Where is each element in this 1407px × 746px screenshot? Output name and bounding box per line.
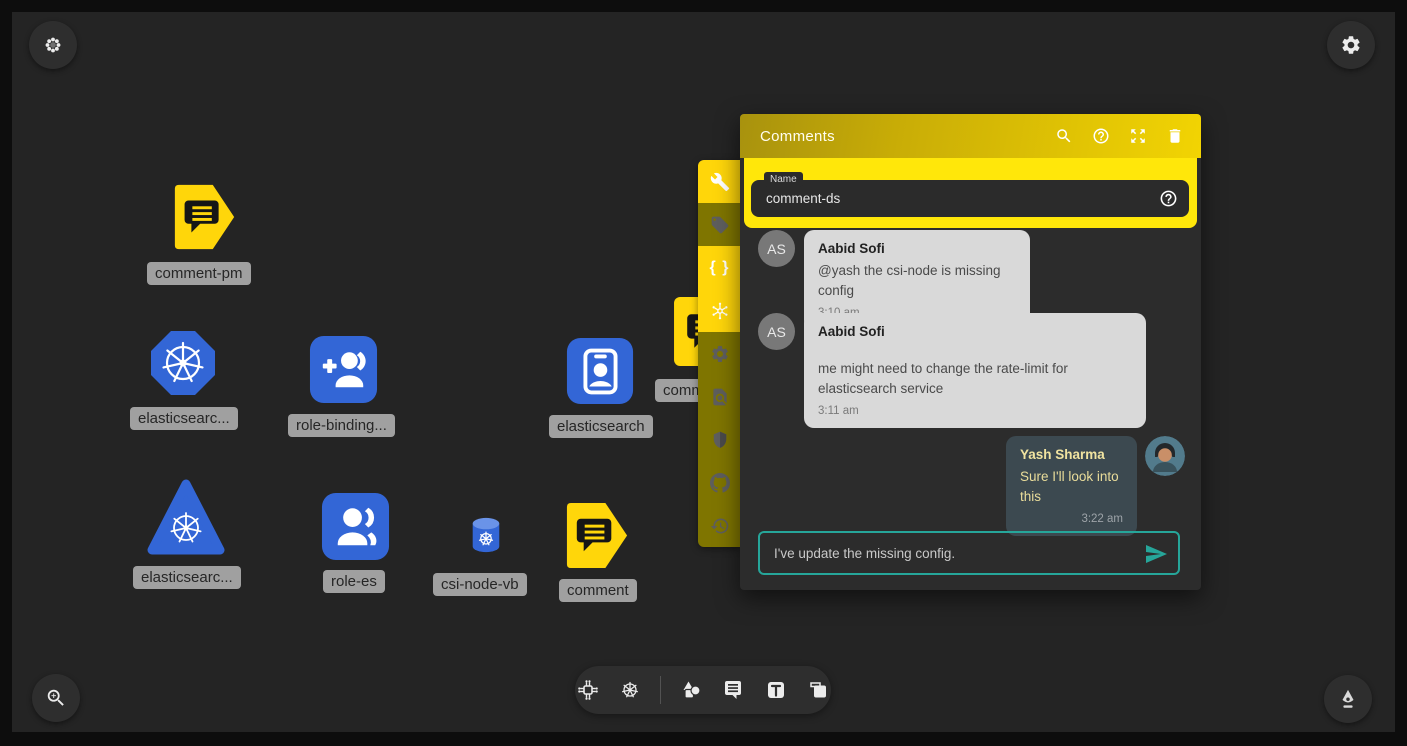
tag-tool-button[interactable]: [698, 203, 741, 246]
shapes-icon: [679, 678, 703, 702]
node-label[interactable]: elasticsearch: [549, 415, 653, 438]
kubernetes-octagon-icon: [147, 327, 219, 399]
pen-tool-button[interactable]: [1324, 675, 1372, 723]
message-author: Aabid Sofi: [818, 324, 1132, 339]
shield-icon: [710, 430, 730, 450]
github-icon: [710, 473, 730, 493]
doc-search-tool-button[interactable]: [698, 375, 741, 418]
doc-search-icon: [710, 387, 730, 407]
send-button[interactable]: [1144, 542, 1168, 566]
delete-icon[interactable]: [1166, 127, 1184, 145]
message-time: 3:11 am: [818, 405, 1132, 417]
wrench-icon: [710, 172, 730, 192]
node-label[interactable]: comment-pm: [147, 262, 251, 285]
tag-icon: [710, 215, 730, 235]
node-elasticsearch-pv[interactable]: [146, 478, 226, 556]
name-field-highlight: Name: [744, 158, 1197, 228]
message-text: Sure I'll look into this: [1020, 467, 1123, 506]
gear-icon: [710, 344, 730, 364]
node-elasticsearch-pod[interactable]: [147, 327, 219, 399]
avatar: AS: [758, 230, 795, 267]
note-icon: [806, 678, 830, 702]
gear-icon: [1340, 34, 1362, 56]
comments-panel-header[interactable]: Comments: [740, 114, 1201, 158]
comment-pennant-icon: [562, 500, 633, 571]
node-label[interactable]: elasticsearc...: [130, 407, 238, 430]
node-comment-pm[interactable]: [170, 182, 240, 252]
node-label[interactable]: elasticsearc...: [133, 566, 241, 589]
element-side-toolbar: { }: [698, 160, 741, 547]
message-text: @yash the csi-node is missing config: [818, 261, 1016, 300]
avatar: AS: [758, 313, 795, 350]
avatar-photo: [1145, 436, 1185, 476]
shape-toolbar: [575, 666, 831, 714]
app-logo-flower-icon: [42, 34, 64, 56]
node-csi-node[interactable]: [467, 516, 505, 556]
comment-composer: [758, 531, 1180, 575]
node-role-binding[interactable]: [308, 334, 379, 405]
mesh-hub-icon: [710, 301, 730, 321]
circuit-tool-button[interactable]: [575, 677, 601, 703]
kubernetes-tool-button[interactable]: [618, 677, 644, 703]
search-icon[interactable]: [1055, 127, 1073, 145]
pen-nib-icon: [1337, 688, 1359, 710]
github-tool-button[interactable]: [698, 461, 741, 504]
history-icon: [710, 516, 730, 536]
message-bubble: Aabid Sofi me might need to change the r…: [804, 313, 1146, 428]
node-role-es[interactable]: [320, 491, 391, 562]
toolbar-divider: [660, 676, 661, 704]
circuit-icon: [576, 678, 600, 702]
chat-message: AS Aabid Sofi me might need to change th…: [758, 313, 1146, 428]
comments-panel: Comments Name AS Aabid Sofi @yash the cs…: [740, 114, 1201, 590]
node-comment[interactable]: [562, 500, 633, 572]
comment-tool-button[interactable]: [720, 677, 746, 703]
zoom-in-icon: [45, 687, 67, 709]
kubernetes-wheel-icon: [618, 678, 642, 702]
text-tool-icon: [764, 678, 788, 702]
note-tool-button[interactable]: [805, 677, 831, 703]
send-icon: [1144, 542, 1168, 566]
message-text: me might need to change the rate-limit f…: [818, 359, 1132, 398]
chat-message-own: Yash Sharma Sure I'll look into this 3:2…: [1006, 436, 1185, 536]
add-user-icon: [308, 334, 379, 405]
mesh-tool-button[interactable]: [698, 289, 741, 332]
shield-tool-button[interactable]: [698, 418, 741, 461]
braces-icon: { }: [710, 259, 730, 277]
comment-input[interactable]: [760, 533, 1178, 573]
settings-button[interactable]: [1327, 21, 1375, 69]
node-label[interactable]: csi-node-vb: [433, 573, 527, 596]
comment-bubble-icon: [721, 678, 745, 702]
name-help-icon[interactable]: [1159, 189, 1178, 208]
comment-pennant-icon: [170, 182, 240, 252]
app-menu-button[interactable]: [29, 21, 77, 69]
message-author: Aabid Sofi: [818, 241, 1016, 256]
wrench-tool-button[interactable]: [698, 160, 741, 203]
help-icon[interactable]: [1092, 127, 1110, 145]
name-field: Name: [751, 180, 1189, 217]
expand-icon[interactable]: [1129, 127, 1147, 145]
database-cylinder-icon: [467, 516, 505, 556]
message-time: 3:22 am: [1020, 513, 1123, 525]
node-label[interactable]: role-binding...: [288, 414, 395, 437]
text-tool-button[interactable]: [763, 677, 789, 703]
node-elasticsearch[interactable]: [565, 336, 635, 407]
node-label[interactable]: comment: [559, 579, 637, 602]
id-badge-icon: [565, 336, 635, 406]
users-icon: [320, 491, 391, 562]
node-label[interactable]: role-es: [323, 570, 385, 593]
braces-tool-button[interactable]: { }: [698, 246, 741, 289]
history-tool-button[interactable]: [698, 504, 741, 547]
settings-tool-button[interactable]: [698, 332, 741, 375]
message-bubble: Yash Sharma Sure I'll look into this 3:2…: [1006, 436, 1137, 536]
shapes-tool-button[interactable]: [678, 677, 704, 703]
zoom-in-button[interactable]: [32, 674, 80, 722]
name-input[interactable]: [751, 180, 1189, 217]
panel-title: Comments: [760, 128, 1055, 145]
message-author: Yash Sharma: [1020, 447, 1123, 462]
kubernetes-triangle-icon: [146, 478, 226, 556]
